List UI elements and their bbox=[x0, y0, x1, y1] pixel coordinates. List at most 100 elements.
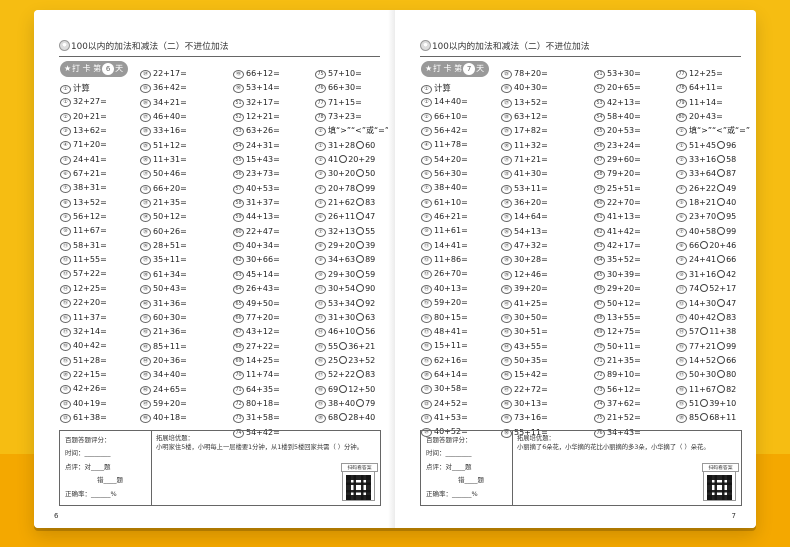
right-problem-text: 12+46= bbox=[514, 269, 548, 279]
right-problem-text: 79+20= bbox=[607, 169, 641, 179]
left-problem-row: ㉚ 11+31= bbox=[140, 153, 187, 167]
right-comparison-circle[interactable] bbox=[700, 241, 709, 250]
left-problem-text: 11+74= bbox=[246, 370, 280, 380]
left-comparison-circle[interactable] bbox=[356, 269, 365, 278]
left-comparison-circle[interactable] bbox=[356, 183, 365, 192]
right-problem-row: ② 66+10= bbox=[421, 110, 468, 124]
left-comparison-circle[interactable] bbox=[356, 212, 365, 221]
right-problem-text: 64+14= bbox=[434, 369, 468, 379]
right-comparison-circle[interactable] bbox=[717, 384, 726, 393]
right-problem-number: ㉓ bbox=[421, 413, 432, 423]
right-problem-number: ⑮ bbox=[421, 299, 432, 309]
left-comparison-left: 55 bbox=[328, 341, 339, 351]
right-problem-text: 41+42= bbox=[607, 226, 641, 236]
right-comparison-circle[interactable] bbox=[717, 198, 726, 207]
left-problem-text: 59+20= bbox=[153, 398, 187, 408]
left-comparison-circle[interactable] bbox=[356, 255, 365, 264]
left-problem-text: 71+20= bbox=[73, 140, 107, 150]
right-problem-text: 26+70= bbox=[434, 269, 468, 279]
right-comparison-circle[interactable] bbox=[700, 398, 709, 407]
left-problem-text: 11+67= bbox=[73, 226, 107, 236]
left-comparison-circle[interactable] bbox=[339, 413, 348, 422]
left-problem-row: ⑤ 21+62 83 bbox=[315, 196, 389, 210]
left-problem-number: 59 bbox=[233, 213, 244, 223]
right-comparison-circle[interactable] bbox=[717, 312, 726, 321]
right-problem-row: ㊾ 73+16= bbox=[501, 411, 548, 425]
right-problem-text: 41+25= bbox=[514, 298, 548, 308]
left-problem-number: ⑮ bbox=[315, 342, 326, 352]
left-problem-row: ② 41 20+29 bbox=[315, 153, 389, 167]
left-comparison-circle[interactable] bbox=[356, 312, 365, 321]
right-problem-number: ⑰ bbox=[676, 371, 687, 381]
left-problem-number: ③ bbox=[60, 127, 71, 137]
left-problem-row: ④ 20+78 99 bbox=[315, 182, 389, 196]
right-problem-row: ㊽ 30+13= bbox=[501, 397, 548, 411]
right-comparison-circle[interactable] bbox=[717, 183, 726, 192]
left-problem-row: ㉛ 50+46= bbox=[140, 167, 187, 181]
right-problem-row: ⑦ 40+58 99 bbox=[676, 225, 750, 239]
left-problem-number: ㊶ bbox=[140, 313, 151, 323]
left-comparison-left: 30+20 bbox=[328, 169, 356, 179]
right-comparison-circle[interactable] bbox=[717, 269, 726, 278]
left-comparison-circle[interactable] bbox=[356, 284, 365, 293]
right-problem-row: ㊶ 41+25= bbox=[501, 297, 548, 311]
right-comparison-left: 57 bbox=[689, 327, 700, 337]
right-problem-number: ⑥ bbox=[421, 170, 432, 180]
left-comparison-circle[interactable] bbox=[339, 355, 348, 364]
right-problem-text: 22+70= bbox=[607, 198, 641, 208]
right-problem-row: 52 20+65= bbox=[594, 81, 641, 95]
left-problem-number: ㉟ bbox=[140, 227, 151, 237]
right-problem-number: 67 bbox=[594, 299, 605, 309]
right-problem-number: 55 bbox=[594, 127, 605, 137]
right-comparison-circle[interactable] bbox=[717, 169, 726, 178]
left-comparison-circle[interactable] bbox=[356, 241, 365, 250]
right-extension-question: 小丽摘了6朵花，小华摘的花比小丽摘的多3朵，小华摘了（ ）朵花。 bbox=[517, 444, 710, 451]
left-comparison-circle[interactable] bbox=[356, 198, 365, 207]
right-problem-row: ㊼ 22+72= bbox=[501, 383, 548, 397]
right-problem-row: 66 29+20= bbox=[594, 282, 641, 296]
right-comparison-circle[interactable] bbox=[717, 341, 726, 350]
right-comparison-circle[interactable] bbox=[717, 140, 726, 149]
right-comparison-circle[interactable] bbox=[717, 226, 726, 235]
left-problem-number: ⑫ bbox=[315, 299, 326, 309]
right-problem-number: ㉑ bbox=[421, 385, 432, 395]
right-problem-row: ③ 33+64 87 bbox=[676, 167, 750, 181]
right-problem-number: 56 bbox=[594, 141, 605, 151]
right-problem-number: ⑳ bbox=[421, 370, 432, 380]
left-comparison-circle[interactable] bbox=[356, 327, 365, 336]
right-comparison-circle[interactable] bbox=[717, 212, 726, 221]
right-comparison-circle[interactable] bbox=[717, 298, 726, 307]
right-comparison-circle[interactable] bbox=[717, 355, 726, 364]
left-comparison-circle[interactable] bbox=[339, 341, 348, 350]
left-problem-number: ㉛ bbox=[140, 170, 151, 180]
right-comparison-circle[interactable] bbox=[700, 413, 709, 422]
right-comparison-circle[interactable] bbox=[700, 327, 709, 336]
right-problem-number: ㊵ bbox=[501, 285, 512, 295]
left-comparison-circle[interactable] bbox=[356, 140, 365, 149]
right-comparison-circle[interactable] bbox=[717, 255, 726, 264]
left-comparison-circle[interactable] bbox=[356, 169, 365, 178]
left-answer-qr-code[interactable]: 扫码看答案 bbox=[341, 463, 378, 501]
left-problem-number: 54 bbox=[233, 141, 244, 151]
left-comparison-left: 26+11 bbox=[328, 212, 356, 222]
left-comparison-circle[interactable] bbox=[339, 155, 348, 164]
right-problem-number: 75 bbox=[594, 414, 605, 424]
right-comparison-circle[interactable] bbox=[717, 155, 726, 164]
left-problem-column-1: ① 计算 ① 32+27= ② 20+21= ③ 13+62= ④ 71+20= ⑤ 24+41= ⑥ 6… bbox=[60, 81, 107, 425]
right-problem-row: ㉙ 17+82= bbox=[501, 124, 548, 138]
right-comparison-circle[interactable] bbox=[717, 370, 726, 379]
left-comparison-circle[interactable] bbox=[356, 370, 365, 379]
left-problem-number: ⑥ bbox=[60, 170, 71, 180]
left-problem-row: 64 26+43= bbox=[233, 282, 280, 296]
left-problem-number: ⑭ bbox=[60, 284, 71, 294]
right-problem-number: ④ bbox=[676, 184, 687, 194]
right-comparison-circle[interactable] bbox=[700, 284, 709, 293]
left-problem-number: ⑨ bbox=[60, 213, 71, 223]
left-comparison-circle[interactable] bbox=[339, 384, 348, 393]
left-comparison-circle[interactable] bbox=[356, 226, 365, 235]
left-comparison-circle[interactable] bbox=[356, 398, 365, 407]
right-answer-qr-code[interactable]: 扫码看答案 bbox=[702, 463, 739, 501]
right-problem-text: 61+10= bbox=[434, 197, 468, 207]
left-problem-number: 66 bbox=[233, 313, 244, 323]
left-comparison-circle[interactable] bbox=[356, 298, 365, 307]
